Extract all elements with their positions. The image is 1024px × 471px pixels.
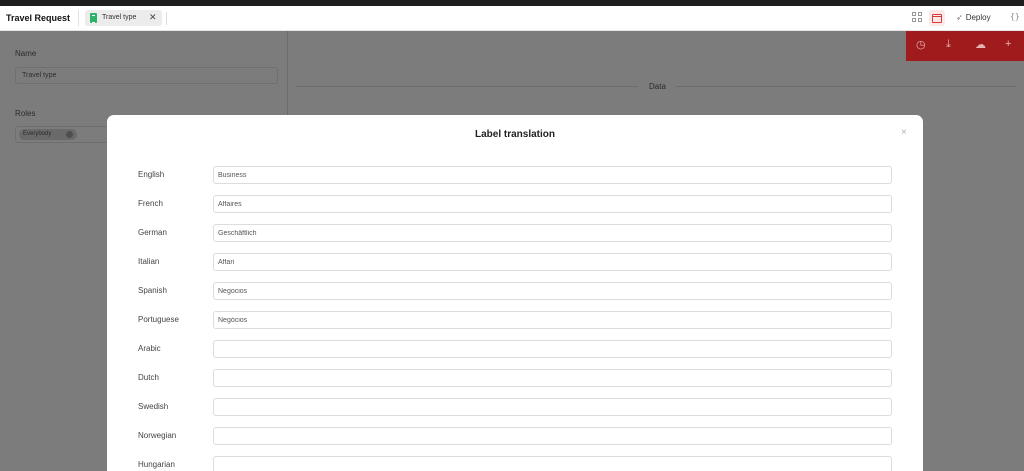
header-divider — [78, 10, 79, 26]
translation-input-portuguese[interactable] — [213, 311, 892, 329]
language-label: German — [138, 228, 167, 237]
translation-input-dutch[interactable] — [213, 369, 892, 387]
language-label: Portuguese — [138, 315, 179, 324]
download-icon[interactable]: ⤓ — [946, 38, 951, 51]
translation-input-french[interactable] — [213, 195, 892, 213]
grid-icon[interactable] — [912, 12, 924, 24]
translation-input-arabic[interactable] — [213, 340, 892, 358]
language-label: French — [138, 199, 163, 208]
translation-input-norwegian[interactable] — [213, 427, 892, 445]
language-label: Swedish — [138, 402, 169, 411]
language-label: Italian — [138, 257, 160, 266]
tab-travel-type[interactable]: Travel type ✕ — [85, 10, 162, 26]
plus-icon[interactable]: + — [1005, 38, 1011, 50]
language-label: English — [138, 170, 165, 179]
language-label: Hungarian — [138, 460, 175, 469]
language-label: Spanish — [138, 286, 167, 295]
role-chip: Everybody — [19, 129, 77, 140]
deploy-button[interactable]: ➶ Deploy — [956, 13, 991, 22]
app-title: Travel Request — [6, 13, 71, 23]
roles-label: Roles — [15, 109, 36, 118]
translation-input-swedish[interactable] — [213, 398, 892, 416]
data-divider-left — [296, 86, 638, 87]
action-bar: ◷ ⤓ ☁ + — [906, 31, 1024, 61]
name-label: Name — [15, 49, 37, 58]
tab-close-icon[interactable]: ✕ — [149, 12, 157, 23]
close-icon[interactable]: × — [901, 127, 907, 138]
translation-input-spanish[interactable] — [213, 282, 892, 300]
translation-input-hungarian[interactable] — [213, 456, 892, 471]
calendar-icon[interactable] — [929, 10, 945, 26]
tab-separator — [166, 12, 167, 25]
name-field[interactable]: Travel type — [15, 67, 278, 84]
modal-title: Label translation — [474, 129, 555, 140]
remove-role-icon[interactable] — [66, 131, 73, 138]
data-divider-right — [676, 86, 1016, 87]
rocket-icon: ➶ — [956, 13, 963, 22]
name-field-value: Travel type — [22, 72, 57, 79]
app-header: Travel Request Travel type ✕ ➶ Deploy {} — [0, 6, 1024, 31]
role-chip-label: Everybody — [23, 131, 52, 137]
translation-input-italian[interactable] — [213, 253, 892, 271]
code-icon[interactable]: {} — [1010, 12, 1020, 21]
deploy-label: Deploy — [965, 13, 991, 22]
translation-input-german[interactable] — [213, 224, 892, 242]
sheet-icon — [90, 13, 97, 23]
tab-label: Travel type — [102, 14, 137, 21]
history-icon[interactable]: ◷ — [916, 38, 926, 51]
language-label: Norwegian — [138, 431, 177, 440]
language-label: Dutch — [138, 373, 159, 382]
language-label: Arabic — [138, 344, 161, 353]
cloud-upload-icon[interactable]: ☁ — [975, 38, 986, 51]
label-translation-modal: Label translation × English French German I… — [107, 115, 923, 471]
translation-input-english[interactable] — [213, 166, 892, 184]
data-section-label: Data — [649, 82, 666, 91]
